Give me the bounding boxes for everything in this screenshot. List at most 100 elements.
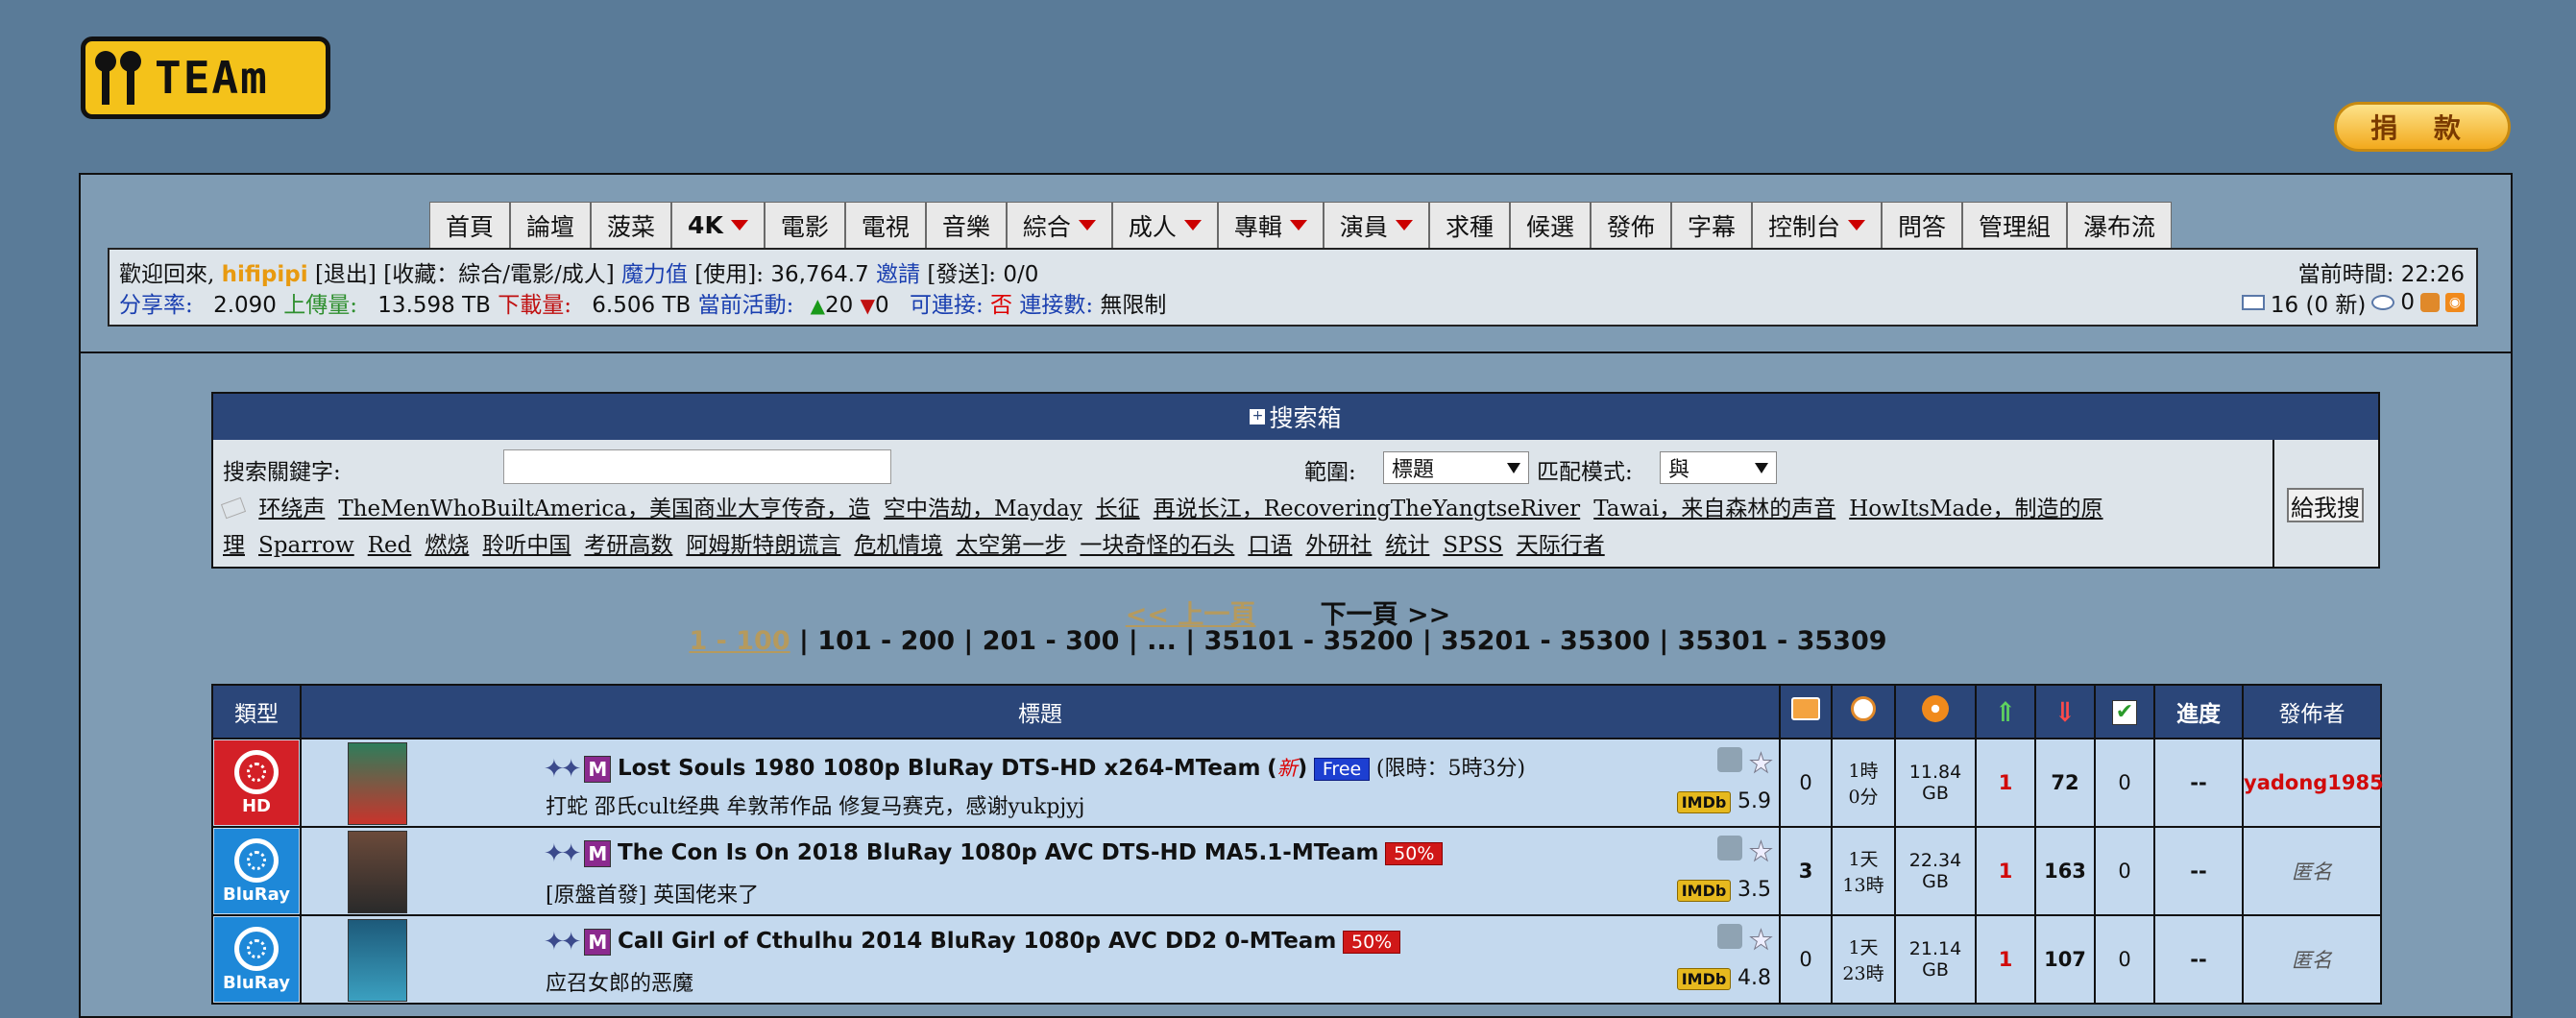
page-link[interactable]: ... bbox=[1147, 626, 1177, 656]
poster-thumbnail[interactable] bbox=[348, 919, 407, 1002]
nav-tab-17[interactable]: 管理組 bbox=[1962, 202, 2068, 248]
nav-tab-13[interactable]: 發佈 bbox=[1590, 202, 1671, 248]
bookmark-star-icon[interactable]: ★ bbox=[1748, 924, 1773, 957]
col-progress[interactable]: 進度 bbox=[2153, 684, 2244, 739]
hot-keyword-link[interactable]: 长征 bbox=[1096, 497, 1140, 521]
imdb-icon[interactable]: IMDb bbox=[1676, 968, 1732, 990]
nav-tab-9[interactable]: 專輯 bbox=[1217, 202, 1324, 248]
rss-icon[interactable]: ◉ bbox=[2445, 293, 2465, 312]
nav-tab-7[interactable]: 綜合 bbox=[1006, 202, 1112, 248]
completed-count[interactable]: 0 bbox=[2094, 914, 2155, 1005]
nav-tab-16[interactable]: 問答 bbox=[1882, 202, 1963, 248]
category-icon[interactable]: BluRay bbox=[214, 917, 299, 1002]
hot-keyword-link[interactable]: 考研高数 bbox=[584, 533, 672, 558]
category-cell[interactable]: HD bbox=[211, 738, 302, 828]
hot-keyword-link[interactable]: Red bbox=[368, 533, 412, 558]
donate-button[interactable]: 捐 款 bbox=[2334, 102, 2511, 152]
imdb-icon[interactable]: IMDb bbox=[1676, 880, 1732, 902]
completed-count[interactable]: 0 bbox=[2094, 826, 2155, 916]
poster-thumbnail[interactable] bbox=[348, 742, 407, 825]
leechers-count[interactable]: 163 bbox=[2034, 826, 2096, 916]
hot-keyword-link[interactable]: 外研社 bbox=[1305, 533, 1372, 558]
hot-keyword-link[interactable]: Sparrow bbox=[258, 533, 354, 558]
col-uploader[interactable]: 發佈者 bbox=[2242, 684, 2382, 739]
nav-tab-1[interactable]: 論壇 bbox=[510, 202, 592, 248]
leechers-count[interactable]: 72 bbox=[2034, 738, 2096, 828]
active-up-value[interactable]: 20 bbox=[825, 293, 853, 318]
active-down-value[interactable]: 0 bbox=[875, 293, 889, 318]
page-link[interactable]: 35301 - 35309 bbox=[1678, 626, 1887, 656]
logout-link[interactable]: [退出] bbox=[315, 262, 377, 287]
torrent-title-link[interactable]: The Con Is On 2018 BluRay 1080p AVC DTS-… bbox=[618, 840, 1379, 865]
hot-keyword-link[interactable]: 阿姆斯特朗谎言 bbox=[686, 533, 840, 558]
match-select[interactable]: 與 bbox=[1660, 451, 1777, 484]
nav-tab-15[interactable]: 控制台 bbox=[1752, 202, 1883, 248]
eye-icon[interactable] bbox=[2371, 295, 2395, 310]
site-logo[interactable]: TEAm bbox=[81, 36, 330, 119]
nav-tab-5[interactable]: 電視 bbox=[844, 202, 926, 248]
nav-tab-6[interactable]: 音樂 bbox=[925, 202, 1007, 248]
nav-tab-2[interactable]: 菠菜 bbox=[591, 202, 672, 248]
magic-use-link[interactable]: [使用]: bbox=[694, 262, 764, 287]
leechers-count[interactable]: 107 bbox=[2034, 914, 2096, 1005]
nav-tab-14[interactable]: 字幕 bbox=[1670, 202, 1752, 248]
imdb-icon[interactable]: IMDb bbox=[1676, 791, 1732, 813]
page-link[interactable]: 101 - 200 bbox=[817, 626, 955, 656]
col-leechers[interactable]: ⇓ bbox=[2034, 684, 2096, 739]
seeders-count[interactable]: 1 bbox=[1975, 738, 2036, 828]
category-icon[interactable]: BluRay bbox=[214, 829, 299, 913]
scope-select[interactable]: 標題 bbox=[1383, 451, 1529, 484]
torrent-title-link[interactable]: Call Girl of Cthulhu 2014 BluRay 1080p A… bbox=[618, 929, 1336, 954]
mail-icon[interactable] bbox=[2241, 295, 2265, 310]
category-icon[interactable]: HD bbox=[214, 740, 299, 825]
hot-keyword-link[interactable]: 空中浩劫，Mayday bbox=[884, 497, 1082, 521]
col-seeders[interactable]: ⇑ bbox=[1975, 684, 2036, 739]
uploader-name[interactable]: yadong1985 bbox=[2242, 738, 2384, 828]
hot-keyword-link[interactable]: 口语 bbox=[1248, 533, 1292, 558]
hot-keyword-link[interactable]: 再说长江，RecoveringTheYangtseRiver bbox=[1154, 497, 1581, 521]
seeders-count[interactable]: 1 bbox=[1975, 826, 2036, 916]
hot-keyword-link[interactable]: SPSS bbox=[1443, 533, 1502, 558]
hot-keyword-link[interactable]: 聆听中国 bbox=[482, 533, 571, 558]
invite-send-link[interactable]: [發送]: bbox=[927, 262, 996, 287]
hot-keyword-link[interactable]: 统计 bbox=[1385, 533, 1429, 558]
nav-tab-10[interactable]: 演員 bbox=[1323, 202, 1429, 248]
hot-keyword-link[interactable]: 燃烧 bbox=[425, 533, 469, 558]
completed-count[interactable]: 0 bbox=[2094, 738, 2155, 828]
invite-label[interactable]: 邀請 bbox=[876, 262, 920, 287]
favorites-link[interactable]: [收藏：綜合/電影/成人] bbox=[383, 262, 614, 287]
username-link[interactable]: hifipipi bbox=[222, 262, 308, 287]
col-comments[interactable] bbox=[1779, 684, 1833, 739]
torrent-title-link[interactable]: Lost Souls 1980 1080p BluRay DTS-HD x264… bbox=[618, 756, 1261, 781]
hot-keyword-link[interactable]: 理 bbox=[223, 533, 245, 558]
nav-tab-11[interactable]: 求種 bbox=[1428, 202, 1510, 248]
magic-label[interactable]: 魔力值 bbox=[621, 262, 688, 287]
comments-count[interactable]: 0 bbox=[1779, 914, 1833, 1005]
bookmark-star-icon[interactable]: ★ bbox=[1748, 836, 1773, 868]
hot-keyword-link[interactable]: Tawai，来自森林的声音 bbox=[1593, 497, 1835, 521]
messages-count[interactable]: 16 (0 新) bbox=[2271, 286, 2366, 319]
hot-keyword-link[interactable]: HowItsMade，制造的原 bbox=[1849, 497, 2102, 521]
comments-count[interactable]: 3 bbox=[1779, 826, 1833, 916]
hot-keyword-link[interactable]: 一块奇怪的石头 bbox=[1080, 533, 1234, 558]
expand-icon[interactable]: + bbox=[1250, 409, 1266, 424]
nav-tab-3[interactable]: 4K bbox=[671, 202, 765, 248]
col-title[interactable]: 標題 bbox=[300, 684, 1781, 739]
download-icon[interactable] bbox=[1717, 836, 1743, 860]
hot-keyword-link[interactable]: TheMenWhoBuiltAmerica，美国商业大亨传奇，造 bbox=[338, 497, 870, 521]
col-size[interactable] bbox=[1894, 684, 1977, 739]
page-link[interactable]: 35201 - 35300 bbox=[1441, 626, 1650, 656]
col-type[interactable]: 類型 bbox=[211, 684, 302, 739]
seeders-count[interactable]: 1 bbox=[1975, 914, 2036, 1005]
keyword-input[interactable] bbox=[503, 449, 891, 484]
page-link[interactable]: 35101 - 35200 bbox=[1204, 626, 1414, 656]
friends-icon[interactable] bbox=[2420, 293, 2440, 312]
category-cell[interactable]: BluRay bbox=[211, 914, 302, 1005]
col-time[interactable] bbox=[1831, 684, 1896, 739]
col-completed[interactable]: ✔ bbox=[2094, 684, 2155, 739]
hot-keyword-link[interactable]: 危机情境 bbox=[854, 533, 942, 558]
comments-count[interactable]: 0 bbox=[1779, 738, 1833, 828]
bookmark-star-icon[interactable]: ★ bbox=[1748, 747, 1773, 780]
hot-keyword-link[interactable]: 环绕声 bbox=[258, 497, 325, 521]
download-icon[interactable] bbox=[1717, 747, 1743, 772]
